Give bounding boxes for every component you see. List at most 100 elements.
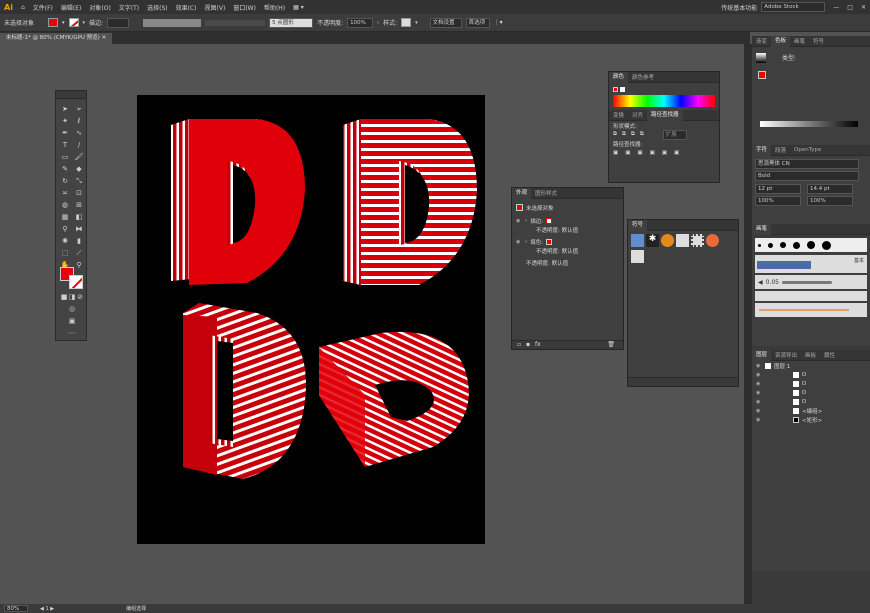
brush-texture[interactable] [755,291,867,301]
layer-row[interactable]: ◉ D [752,370,870,379]
close-icon[interactable]: ✕ [857,4,870,11]
add-effect-icon[interactable]: fx [535,341,541,348]
vertical-scale-input[interactable]: 100% [755,196,801,206]
artboard[interactable] [137,95,485,544]
appearance-opacity[interactable]: 不透明度: 默认值 [512,258,623,267]
symbol-item[interactable] [631,234,644,247]
font-style-select[interactable]: Bold [755,171,859,181]
tab-pathfinder[interactable]: 路径查找器 [647,109,683,121]
blend-tool-icon[interactable]: ⧓ [74,225,84,234]
eyedropper-tool-icon[interactable]: ⚲ [60,225,70,234]
stroke-mini-swatch[interactable] [620,87,625,92]
font-family-select[interactable]: 思源黑体 CN [755,159,859,169]
rectangle-tool-icon[interactable]: ▭ [60,153,70,162]
stock-search-input[interactable]: Adobe Stock [761,2,826,12]
chevron-down-icon[interactable]: ▾ [62,20,65,26]
preferences-button[interactable]: 首选项 [465,17,490,28]
mesh-tool-icon[interactable]: ▦ [60,213,70,222]
rotate-tool-icon[interactable]: ↻ [60,177,70,186]
merge-icon[interactable]: ▣ [637,150,642,156]
chevron-down-icon[interactable]: ▾ [83,20,86,26]
symbol-item[interactable] [706,234,719,247]
layer-row[interactable]: ◉ D [752,397,870,406]
tab-brushes[interactable]: 画笔 [790,37,809,45]
tab-artboards[interactable]: 画板 [801,351,820,359]
tab-swatches[interactable]: 色板 [771,35,791,47]
dock-scroll-strip[interactable] [744,44,752,604]
brush-stroke-preview[interactable]: 基本 [755,255,867,273]
eye-icon[interactable]: ◉ [756,408,762,414]
symbol-item[interactable]: ✱ [646,234,659,247]
symbol-item[interactable] [676,234,689,247]
tab-graphic-styles[interactable]: 图形样式 [531,189,561,197]
slice-tool-icon[interactable]: ⟋ [74,249,84,258]
font-size-input[interactable]: 12 pt [755,184,801,194]
artboard-nav[interactable]: ◀ 1 ▶ [40,606,54,612]
more-tools-icon[interactable]: ⋯ [67,329,77,338]
eraser-tool-icon[interactable]: ◆ [74,165,84,174]
width-tool-icon[interactable]: ≍ [60,189,70,198]
appearance-fill-row[interactable]: ◉ › 填色: [512,237,623,246]
tab-align[interactable]: 对齐 [628,111,647,119]
none-mode-icon[interactable]: ⊘ [75,293,85,302]
appearance-stroke-row[interactable]: ◉ › 描边: [512,216,623,225]
zoom-tool-icon[interactable]: ⚲ [74,261,84,270]
tab-opentype[interactable]: OpenType [790,147,825,153]
column-graph-tool-icon[interactable]: ▮ [74,237,84,246]
eye-icon[interactable]: ◉ [756,417,762,423]
document-tab[interactable]: 未标题-1* @ 80% (CMYK/GPU 预览) ✕ [0,33,113,44]
expand-button[interactable]: 扩展 [662,129,687,140]
menu-object[interactable]: 对象(O) [85,3,114,12]
tab-transform[interactable]: 变换 [609,111,628,119]
menu-effect[interactable]: 效果(C) [172,3,201,12]
tab-layers[interactable]: 图层 [752,349,772,361]
selection-tool-icon[interactable]: ➤ [60,105,70,114]
tab-color[interactable]: 颜色 [609,71,629,83]
menu-file[interactable]: 文件(F) [29,3,57,12]
chevron-right-icon[interactable]: › [377,20,379,26]
trim-icon[interactable]: ▣ [625,150,630,156]
menu-select[interactable]: 选择(S) [143,3,172,12]
eye-icon[interactable]: ◉ [756,390,762,396]
tab-symbols[interactable]: 符号 [628,219,648,231]
perspective-grid-tool-icon[interactable]: ⊞ [74,201,84,210]
disclosure-icon[interactable]: › [525,239,527,245]
direct-selection-tool-icon[interactable]: ➢ [74,105,84,114]
magic-wand-tool-icon[interactable]: ✦ [60,117,70,126]
eye-icon[interactable]: ◉ [516,239,522,245]
fill-mini-swatch[interactable] [613,87,618,92]
minus-front-icon[interactable]: ⧉ [622,131,626,138]
intersect-icon[interactable]: ⧉ [631,131,635,138]
graphic-style-swatch[interactable] [401,18,412,27]
workspace-name[interactable]: 传统基本功能 [717,3,761,12]
close-tab-icon[interactable]: ✕ [102,35,107,41]
document-setup-button[interactable]: 文档设置 [429,17,462,28]
tab-paragraph[interactable]: 段落 [771,146,790,154]
screen-mode-icon[interactable]: ▣ [67,317,77,326]
tab-asset-export[interactable]: 资源导出 [771,351,801,359]
lasso-tool-icon[interactable]: ℓ [74,117,84,126]
symbol-item[interactable] [631,250,644,263]
draw-mode-icon[interactable]: ◎ [67,305,77,314]
appearance-stroke-opacity[interactable]: 不透明度: 默认值 [512,225,623,234]
scale-tool-icon[interactable]: ⤡ [74,177,84,186]
artboard-tool-icon[interactable]: ⬚ [60,249,70,258]
layer-row[interactable]: ◉ <编组> [752,406,870,415]
brush-pattern[interactable] [755,303,867,317]
shaper-tool-icon[interactable]: ✎ [60,165,70,174]
eye-icon[interactable]: ◉ [756,363,762,369]
pen-tool-icon[interactable]: ✒ [60,129,70,138]
opacity-input[interactable]: 100% [347,17,374,28]
minimize-icon[interactable]: — [829,4,843,11]
layer-row[interactable]: ◉ D [752,388,870,397]
home-icon[interactable]: ⌂ [17,4,29,11]
delete-icon[interactable]: 🗑 [607,341,615,348]
zoom-select[interactable]: 80% [4,605,28,612]
tab-character[interactable]: 字符 [752,144,772,156]
menu-window[interactable]: 窗口(W) [229,3,260,12]
disclosure-icon[interactable]: › [525,218,527,224]
menu-type[interactable]: 文字(T) [115,3,143,12]
horizontal-scale-input[interactable]: 100% [807,196,853,206]
crop-icon[interactable]: ▣ [650,150,655,156]
stroke-weight-input[interactable] [107,17,130,28]
